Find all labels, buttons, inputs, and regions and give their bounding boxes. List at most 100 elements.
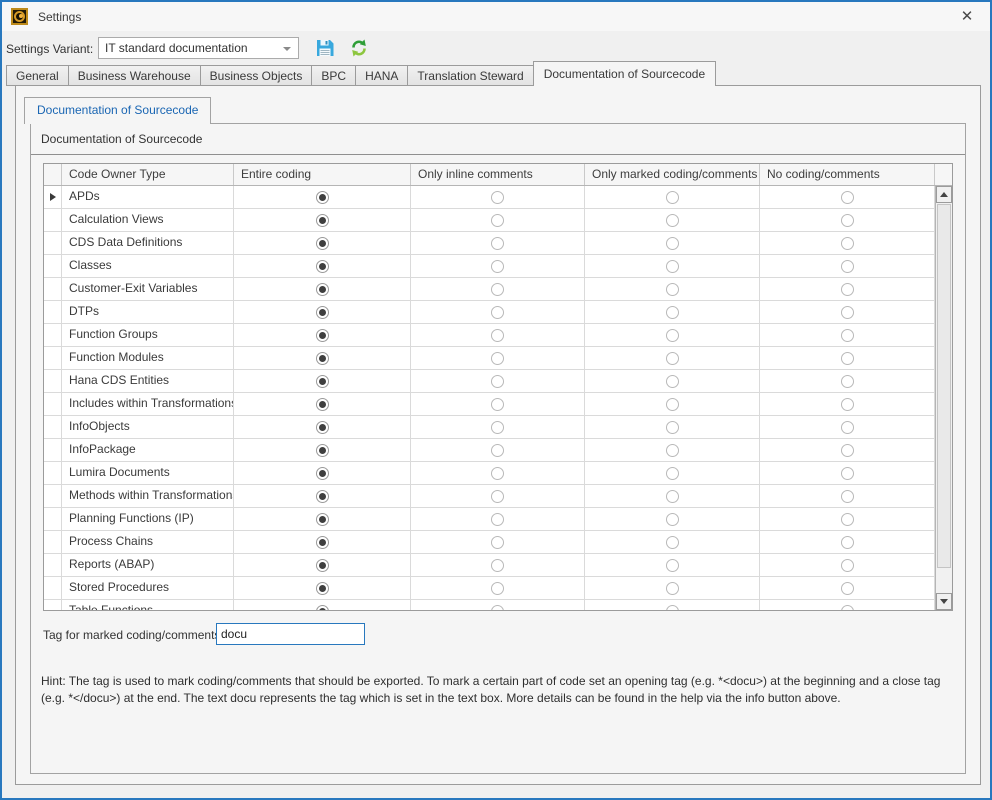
radio-entire-selected[interactable] (316, 352, 329, 365)
option-cell-marked[interactable] (585, 416, 760, 438)
radio-inline[interactable] (491, 329, 504, 342)
radio-none[interactable] (841, 536, 854, 549)
table-row[interactable]: Function Modules (44, 347, 952, 370)
option-cell-entire[interactable] (234, 508, 411, 530)
option-cell-inline[interactable] (411, 301, 585, 323)
row-selector-cell[interactable] (44, 439, 62, 461)
radio-inline[interactable] (491, 352, 504, 365)
row-selector-cell[interactable] (44, 600, 62, 610)
radio-marked[interactable] (666, 352, 679, 365)
radio-marked[interactable] (666, 605, 679, 611)
table-row[interactable]: CDS Data Definitions (44, 232, 952, 255)
radio-entire-selected[interactable] (316, 214, 329, 227)
option-cell-inline[interactable] (411, 577, 585, 599)
radio-inline[interactable] (491, 260, 504, 273)
option-cell-none[interactable] (760, 485, 935, 507)
option-cell-marked[interactable] (585, 278, 760, 300)
option-cell-none[interactable] (760, 278, 935, 300)
radio-none[interactable] (841, 260, 854, 273)
radio-none[interactable] (841, 329, 854, 342)
radio-inline[interactable] (491, 375, 504, 388)
radio-entire-selected[interactable] (316, 467, 329, 480)
row-selector-cell[interactable] (44, 301, 62, 323)
tab-translation-steward[interactable]: Translation Steward (407, 65, 533, 86)
row-selector-cell[interactable] (44, 209, 62, 231)
option-cell-entire[interactable] (234, 416, 411, 438)
table-row[interactable]: Calculation Views (44, 209, 952, 232)
row-selector-cell[interactable] (44, 232, 62, 254)
option-cell-marked[interactable] (585, 554, 760, 576)
radio-none[interactable] (841, 582, 854, 595)
option-cell-none[interactable] (760, 439, 935, 461)
option-cell-inline[interactable] (411, 278, 585, 300)
table-row[interactable]: Lumira Documents (44, 462, 952, 485)
option-cell-entire[interactable] (234, 531, 411, 553)
radio-inline[interactable] (491, 191, 504, 204)
radio-entire-selected[interactable] (316, 490, 329, 503)
row-selector-cell[interactable] (44, 577, 62, 599)
refresh-arrows-icon[interactable] (349, 38, 369, 58)
option-cell-none[interactable] (760, 531, 935, 553)
table-row[interactable]: APDs (44, 186, 952, 209)
row-selector-cell[interactable] (44, 416, 62, 438)
table-row[interactable]: Process Chains (44, 531, 952, 554)
column-header-only-inline-comments[interactable]: Only inline comments (411, 164, 585, 185)
option-cell-marked[interactable] (585, 370, 760, 392)
radio-marked[interactable] (666, 582, 679, 595)
table-row[interactable]: DTPs (44, 301, 952, 324)
column-header-no-coding-comments[interactable]: No coding/comments (760, 164, 935, 185)
option-cell-inline[interactable] (411, 232, 585, 254)
vertical-scrollbar[interactable] (935, 186, 952, 610)
option-cell-none[interactable] (760, 577, 935, 599)
option-cell-entire[interactable] (234, 186, 411, 208)
row-selector-cell[interactable] (44, 255, 62, 277)
radio-inline[interactable] (491, 536, 504, 549)
option-cell-entire[interactable] (234, 278, 411, 300)
option-cell-entire[interactable] (234, 577, 411, 599)
radio-entire-selected[interactable] (316, 398, 329, 411)
radio-entire-selected[interactable] (316, 306, 329, 319)
radio-marked[interactable] (666, 214, 679, 227)
radio-none[interactable] (841, 467, 854, 480)
row-selector-cell[interactable] (44, 186, 62, 208)
row-selector-cell[interactable] (44, 485, 62, 507)
radio-none[interactable] (841, 191, 854, 204)
radio-none[interactable] (841, 237, 854, 250)
radio-marked[interactable] (666, 260, 679, 273)
option-cell-entire[interactable] (234, 462, 411, 484)
table-row[interactable]: Reports (ABAP) (44, 554, 952, 577)
option-cell-none[interactable] (760, 508, 935, 530)
option-cell-entire[interactable] (234, 255, 411, 277)
radio-inline[interactable] (491, 237, 504, 250)
radio-marked[interactable] (666, 329, 679, 342)
row-selector-cell[interactable] (44, 462, 62, 484)
radio-marked[interactable] (666, 191, 679, 204)
option-cell-inline[interactable] (411, 439, 585, 461)
table-row[interactable]: Planning Functions (IP) (44, 508, 952, 531)
option-cell-inline[interactable] (411, 347, 585, 369)
row-selector-cell[interactable] (44, 278, 62, 300)
option-cell-entire[interactable] (234, 393, 411, 415)
option-cell-none[interactable] (760, 301, 935, 323)
radio-inline[interactable] (491, 513, 504, 526)
option-cell-entire[interactable] (234, 209, 411, 231)
radio-inline[interactable] (491, 490, 504, 503)
option-cell-entire[interactable] (234, 554, 411, 576)
option-cell-inline[interactable] (411, 531, 585, 553)
settings-variant-dropdown[interactable]: IT standard documentation (98, 37, 299, 59)
scroll-up-icon[interactable] (936, 186, 952, 203)
radio-marked[interactable] (666, 490, 679, 503)
radio-inline[interactable] (491, 214, 504, 227)
option-cell-marked[interactable] (585, 255, 760, 277)
option-cell-inline[interactable] (411, 255, 585, 277)
option-cell-none[interactable] (760, 186, 935, 208)
option-cell-entire[interactable] (234, 485, 411, 507)
table-row[interactable]: Stored Procedures (44, 577, 952, 600)
column-header-code-owner-type[interactable]: Code Owner Type (62, 164, 234, 185)
option-cell-marked[interactable] (585, 439, 760, 461)
option-cell-none[interactable] (760, 393, 935, 415)
table-row[interactable]: Hana CDS Entities (44, 370, 952, 393)
option-cell-marked[interactable] (585, 324, 760, 346)
radio-inline[interactable] (491, 421, 504, 434)
option-cell-entire[interactable] (234, 600, 411, 610)
